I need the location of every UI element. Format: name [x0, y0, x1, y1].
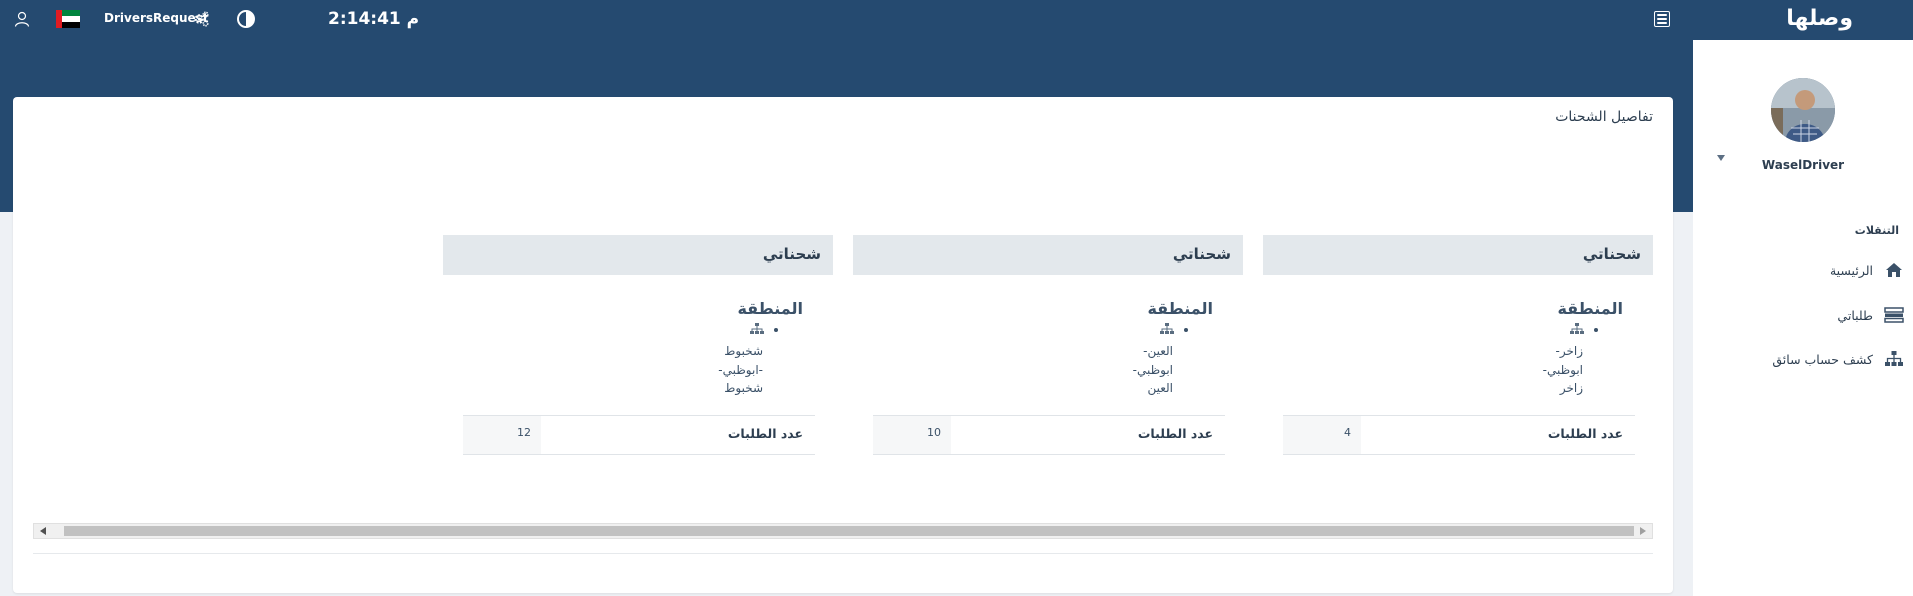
sidebar-item-label: طلباتي	[1837, 307, 1873, 323]
order-count-row: 10 عدد الطلبات	[873, 415, 1225, 455]
scrollbar-thumb[interactable]	[64, 526, 1634, 536]
horizontal-scrollbar[interactable]	[33, 523, 1653, 539]
brand-logo[interactable]: وصلها	[1786, 6, 1853, 31]
order-count-value: 12	[463, 416, 541, 454]
shipment-panel: شحناتي المنطقة شخبوط -ابوظبي- شخبوط 12 ع…	[443, 235, 833, 455]
order-count-value: 4	[1283, 416, 1361, 454]
clock: 2:14:41 م	[328, 9, 420, 29]
app-name[interactable]: DriversRequest	[104, 11, 209, 25]
shipment-header: شحناتي	[443, 235, 833, 275]
bullet	[1594, 328, 1598, 332]
order-count-value: 10	[873, 416, 951, 454]
sidebar-item-label: الرئيسية	[1829, 262, 1873, 278]
user-icon[interactable]	[14, 11, 30, 27]
order-count-row: 12 عدد الطلبات	[463, 415, 815, 455]
order-count-label: عدد الطلبات	[727, 426, 803, 441]
sidebar-item-my-requests[interactable]: طلباتي	[1837, 303, 1905, 327]
nav-section-header: التنقلات	[1854, 224, 1899, 237]
order-count-row: 4 عدد الطلبات	[1283, 415, 1635, 455]
region-value: زاخر- ابوظبي- زاخر	[1542, 344, 1583, 395]
sidebar: WaselDriver التنقلات الرئيسية طلباتي كشف…	[1693, 40, 1913, 596]
sitemap-icon	[1883, 350, 1905, 368]
contrast-icon[interactable]	[236, 9, 256, 29]
divider	[33, 553, 1653, 554]
shipment-panel: شحناتي المنطقة زاخر- ابوظبي- زاخر 4 عدد …	[1263, 235, 1653, 455]
home-icon	[1883, 261, 1905, 279]
uae-flag-icon[interactable]	[56, 10, 80, 28]
region-label: المنطقة	[1147, 299, 1213, 318]
shipments-card: تفاصيل الشحنات شحناتي المنطقة زاخر- ابوظ…	[13, 97, 1673, 593]
region-value: العين- ابوظبي- العين	[1132, 344, 1173, 395]
shipment-header-label: شحناتي	[1172, 245, 1231, 263]
shipment-panel: شحناتي المنطقة العين- ابوظبي- العين 10 ع…	[853, 235, 1243, 455]
shipment-header-label: شحناتي	[762, 245, 821, 263]
sitemap-icon	[1570, 323, 1584, 334]
sitemap-icon	[750, 323, 764, 334]
region-label: المنطقة	[1557, 299, 1623, 318]
sidebar-item-label: كشف حساب سائق	[1772, 351, 1873, 367]
top-navbar: وصلها 2:14:41 م DriversRequest	[0, 0, 1913, 40]
order-count-label: عدد الطلبات	[1547, 426, 1623, 441]
menu-icon[interactable]	[1654, 11, 1670, 27]
order-count-label: عدد الطلبات	[1137, 426, 1213, 441]
list-icon	[1883, 306, 1905, 324]
bullet	[774, 328, 778, 332]
shipment-header: شحناتي	[853, 235, 1243, 275]
scroll-right-icon[interactable]	[1640, 527, 1646, 535]
sidebar-item-driver-statement[interactable]: كشف حساب سائق	[1772, 347, 1905, 371]
avatar[interactable]	[1771, 78, 1835, 142]
page-title: تفاصيل الشحنات	[1555, 109, 1653, 125]
username[interactable]: WaselDriver	[1693, 158, 1913, 172]
sitemap-icon	[1160, 323, 1174, 334]
shipment-header-label: شحناتي	[1582, 245, 1641, 263]
scroll-left-icon[interactable]	[40, 527, 46, 535]
bullet	[1184, 328, 1188, 332]
sidebar-item-home[interactable]: الرئيسية	[1830, 258, 1905, 282]
shipment-header: شحناتي	[1263, 235, 1653, 275]
region-value: شخبوط -ابوظبي- شخبوط	[718, 344, 763, 395]
region-label: المنطقة	[737, 299, 803, 318]
